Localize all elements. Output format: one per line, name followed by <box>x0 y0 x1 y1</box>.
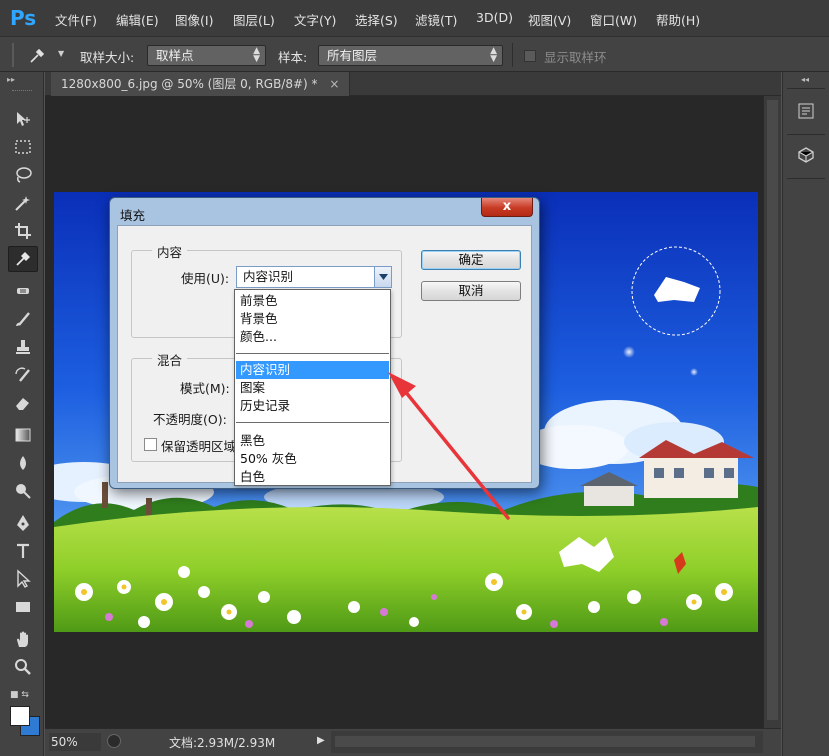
preserve-transparency-label: 保留透明区域 <box>161 439 237 454</box>
menu-help[interactable]: 帮助(H) <box>656 10 700 29</box>
menu-filter[interactable]: 滤镜(T) <box>415 10 457 29</box>
blending-group-label: 混合 <box>152 350 188 369</box>
panel-divider <box>787 134 825 135</box>
default-colors-icon[interactable]: ■ ⇆ <box>10 690 29 700</box>
pen-icon[interactable] <box>8 510 38 536</box>
spin-arrows-icon: ▲ ▼ <box>253 46 260 64</box>
cancel-button[interactable]: 取消 <box>421 281 521 301</box>
sample-size-label: 取样大小: <box>80 50 135 65</box>
healing-brush-icon[interactable] <box>8 278 38 304</box>
options-divider <box>512 43 513 67</box>
hand-icon[interactable] <box>8 626 38 652</box>
document-size-info: 文档:2.93M/2.93M <box>169 736 276 750</box>
eyedropper-icon[interactable] <box>8 246 38 272</box>
gradient-icon[interactable] <box>8 422 38 448</box>
opacity-label: 不透明度(O): <box>153 412 227 427</box>
status-menu-arrow-icon[interactable]: ▶ <box>317 735 325 746</box>
collapse-panel-icon[interactable]: ◂◂ <box>801 75 809 84</box>
dodge-icon[interactable] <box>8 478 38 504</box>
use-value: 内容识别 <box>243 269 294 284</box>
dropdown-divider <box>236 353 389 354</box>
clone-stamp-icon[interactable] <box>8 334 38 360</box>
menu-bar: Ps 文件(F) 编辑(E) 图像(I) 图层(L) 文字(Y) 选择(S) 滤… <box>0 0 829 36</box>
move-icon[interactable] <box>8 106 38 132</box>
panel-divider <box>787 88 825 89</box>
sample-value: 所有图层 <box>327 48 378 63</box>
spin-arrows-icon: ▲ ▼ <box>490 46 497 64</box>
dropdown-divider <box>236 422 389 423</box>
option-background-color[interactable]: 背景色 <box>236 310 389 328</box>
option-50-gray[interactable]: 50% 灰色 <box>236 450 389 468</box>
zoom-icon[interactable] <box>8 654 38 680</box>
document-tab[interactable]: 1280x800_6.jpg @ 50% (图层 0, RGB/8#) * × <box>51 72 351 96</box>
preserve-transparency-checkbox[interactable] <box>144 438 157 451</box>
document-tab-bar: 1280x800_6.jpg @ 50% (图层 0, RGB/8#) * × <box>45 72 781 96</box>
panel-divider <box>787 178 825 179</box>
path-selection-icon[interactable] <box>8 566 38 592</box>
history-brush-icon[interactable] <box>8 362 38 388</box>
menu-file[interactable]: 文件(F) <box>55 10 97 29</box>
menu-3d[interactable]: 3D(D) <box>476 10 513 25</box>
option-white[interactable]: 白色 <box>236 468 389 486</box>
document-tab-title: 1280x800_6.jpg @ 50% (图层 0, RGB/8#) * <box>61 77 318 91</box>
show-ring-checkbox[interactable] <box>524 50 536 62</box>
sample-select[interactable]: 所有图层 ▲ ▼ <box>318 45 503 66</box>
option-color[interactable]: 颜色... <box>236 328 389 346</box>
use-combobox[interactable]: 内容识别 <box>236 266 392 288</box>
panel-grip <box>12 90 32 93</box>
chevron-down-icon[interactable] <box>374 267 391 287</box>
options-grip <box>12 43 14 67</box>
vertical-scrollbar[interactable] <box>763 96 781 728</box>
horizontal-scrollbar[interactable] <box>331 731 763 753</box>
tools-panel: ▸▸ ■ ⇆ <box>0 72 44 756</box>
show-ring-label: 显示取样环 <box>544 50 607 65</box>
menu-view[interactable]: 视图(V) <box>528 10 571 29</box>
status-bar: 50% 文档:2.93M/2.93M ▶ <box>45 728 781 756</box>
content-group-label: 内容 <box>152 242 188 261</box>
blur-icon[interactable] <box>8 450 38 476</box>
sample-size-select[interactable]: 取样点 ▲ ▼ <box>147 45 266 66</box>
menu-image[interactable]: 图像(I) <box>175 10 213 29</box>
mode-label: 模式(M): <box>180 381 230 396</box>
option-history[interactable]: 历史记录 <box>236 397 389 415</box>
sample-label: 样本: <box>278 50 308 65</box>
menu-edit[interactable]: 编辑(E) <box>116 10 159 29</box>
menu-type[interactable]: 文字(Y) <box>294 10 336 29</box>
adjust-panel-icon[interactable] <box>793 98 819 124</box>
eyedropper-preset-icon[interactable] <box>28 47 46 68</box>
preset-dropdown-icon[interactable]: ▼ <box>58 49 64 58</box>
photoshop-logo: Ps <box>10 6 37 30</box>
type-icon[interactable] <box>8 538 38 564</box>
rectangle-icon[interactable] <box>8 594 38 620</box>
option-foreground-color[interactable]: 前景色 <box>236 292 389 310</box>
collapse-panel-icon[interactable]: ▸▸ <box>7 75 15 84</box>
option-pattern[interactable]: 图案 <box>236 379 389 397</box>
lasso-icon[interactable] <box>8 162 38 188</box>
3d-panel-icon[interactable] <box>793 142 819 168</box>
zoom-level-field[interactable]: 50% <box>49 733 101 751</box>
ok-button[interactable]: 确定 <box>421 250 521 270</box>
close-tab-icon[interactable]: × <box>329 77 339 91</box>
right-panel-dock: ◂◂ <box>782 72 829 756</box>
marquee-icon[interactable] <box>8 134 38 160</box>
options-bar: ▼ 取样大小: 取样点 ▲ ▼ 样本: 所有图层 ▲ ▼ 显示取样环 <box>0 36 829 72</box>
use-label: 使用(U): <box>181 271 230 286</box>
menu-select[interactable]: 选择(S) <box>355 10 398 29</box>
menu-window[interactable]: 窗口(W) <box>590 10 637 29</box>
option-content-aware[interactable]: 内容识别 <box>236 361 389 379</box>
scrollbar-thumb[interactable] <box>335 736 755 747</box>
option-black[interactable]: 黑色 <box>236 432 389 450</box>
scrollbar-thumb[interactable] <box>767 100 778 720</box>
crop-icon[interactable] <box>8 218 38 244</box>
eraser-icon[interactable] <box>8 390 38 416</box>
status-info-icon[interactable] <box>107 734 121 748</box>
sample-size-value: 取样点 <box>156 48 194 63</box>
brush-icon[interactable] <box>8 306 38 332</box>
magic-wand-icon[interactable] <box>8 190 38 216</box>
close-dialog-button[interactable]: x <box>481 198 533 217</box>
menu-layer[interactable]: 图层(L) <box>233 10 275 29</box>
use-dropdown-list: 前景色 背景色 颜色... 内容识别 图案 历史记录 黑色 50% 灰色 白色 <box>234 289 391 486</box>
foreground-color-swatch[interactable] <box>10 706 30 726</box>
dialog-title: 填充 <box>120 208 146 223</box>
